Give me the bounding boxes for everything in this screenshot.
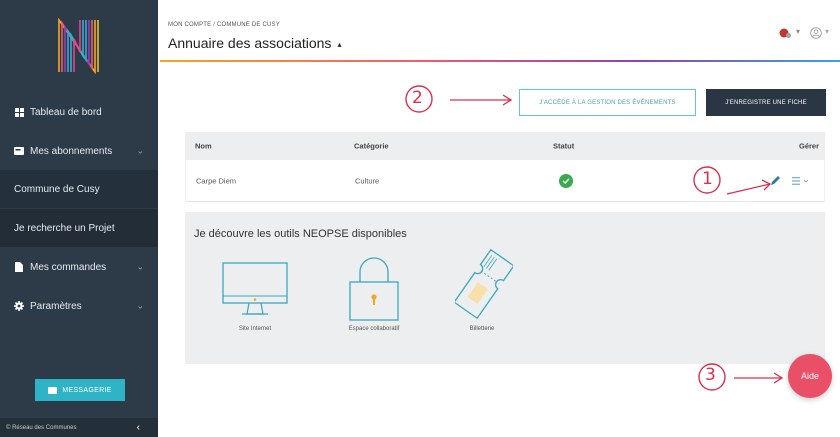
annotation-number: 3 <box>705 365 716 385</box>
sidebar-item-label: Je recherche un Projet <box>14 222 115 234</box>
cell-category: Culture <box>355 176 380 185</box>
caret-down-icon[interactable]: ▾ <box>796 27 800 36</box>
help-button[interactable]: Aide <box>788 354 832 398</box>
tools-panel: Je découvre les outils NEOPSE disponible… <box>185 212 825 364</box>
check-circle-icon <box>559 174 573 188</box>
events-management-button[interactable]: J'ACCÈDE À LA GESTION DES ÉVÉNEMENTS <box>519 89 696 116</box>
tool-label: Billetterie <box>469 326 495 332</box>
messaging-button[interactable]: MESSAGERIE <box>35 379 125 401</box>
cell-name: Carpe Diem <box>196 176 237 185</box>
sidebar-footer: © Réseau des Communes ‹ <box>0 418 158 437</box>
annotation-2: 2 <box>403 84 513 123</box>
tool-ticketing[interactable] <box>453 248 515 325</box>
caret-down-icon[interactable]: ▾ <box>825 27 829 36</box>
tool-label: Espace collaboratif <box>348 326 400 332</box>
page-title[interactable]: Annuaire des associations ▴ <box>168 35 341 51</box>
sidebar-subitem-commune[interactable]: Commune de Cusy <box>0 170 158 208</box>
neopse-logo-mark <box>58 18 99 74</box>
sidebar-footer-text: © Réseau des Communes <box>6 424 77 431</box>
ticket-icon <box>453 248 515 320</box>
chevron-down-icon: ⌄ <box>136 261 144 272</box>
sidebar-item-orders[interactable]: Mes commandes ⌄ <box>0 248 158 286</box>
chevron-down-icon: ⌄ <box>136 145 144 156</box>
col-header-status[interactable]: Statut <box>553 142 574 151</box>
tool-label: Site Internet <box>238 326 272 332</box>
annotation-number: 1 <box>702 169 713 189</box>
user-avatar-icon[interactable] <box>810 26 822 39</box>
annotation-1: 1 <box>690 164 780 209</box>
sidebar-item-label: Paramètres <box>30 300 82 312</box>
register-form-button[interactable]: J'ENREGISTRE UNE FICHE <box>706 89 826 116</box>
annotation-3: 3 <box>696 360 788 399</box>
collapse-sidebar-icon[interactable]: ‹ <box>137 422 140 433</box>
message-icon <box>48 386 58 394</box>
document-icon <box>14 262 24 272</box>
notification-bell-icon[interactable] <box>779 26 791 38</box>
card-icon <box>14 146 24 156</box>
col-header-category[interactable]: Catégorie <box>354 142 389 151</box>
chevron-down-icon: ⌄ <box>136 300 144 311</box>
table-header: Nom Catégorie Statut Gérer <box>185 132 825 160</box>
row-menu-icon[interactable] <box>792 175 814 187</box>
col-header-name[interactable]: Nom <box>195 142 212 151</box>
tool-collaborative[interactable] <box>348 256 400 327</box>
sidebar-subitem-project-search[interactable]: Je recherche un Projet <box>0 209 158 247</box>
neopse-logo[interactable] <box>0 0 158 92</box>
col-header-manage: Gérer <box>798 141 819 151</box>
breadcrumb[interactable]: MON COMPTE / COMMUNE DE CUSY <box>168 22 280 28</box>
padlock-icon <box>349 257 399 321</box>
header-gradient-divider <box>160 60 840 62</box>
annotation-number: 2 <box>412 88 423 108</box>
tool-website[interactable] <box>222 262 288 327</box>
grid-icon <box>14 107 24 117</box>
gear-icon <box>14 301 24 311</box>
sidebar-item-label: Mes abonnements <box>30 145 113 157</box>
monitor-icon <box>222 262 288 315</box>
sidebar-item-label: Mes commandes <box>30 261 107 273</box>
sidebar-item-dashboard[interactable]: Tableau de bord <box>0 93 158 131</box>
sidebar-item-label: Tableau de bord <box>30 106 102 118</box>
caret-down-icon: ▴ <box>337 39 342 49</box>
sidebar-item-label: Commune de Cusy <box>14 183 100 195</box>
sidebar: Tableau de bord Mes abonnements ⌄ Commun… <box>0 0 158 437</box>
sidebar-item-subscriptions[interactable]: Mes abonnements ⌄ <box>0 132 158 170</box>
tools-title: Je découvre les outils NEOPSE disponible… <box>194 228 407 240</box>
sidebar-item-settings[interactable]: Paramètres ⌄ <box>0 287 158 325</box>
